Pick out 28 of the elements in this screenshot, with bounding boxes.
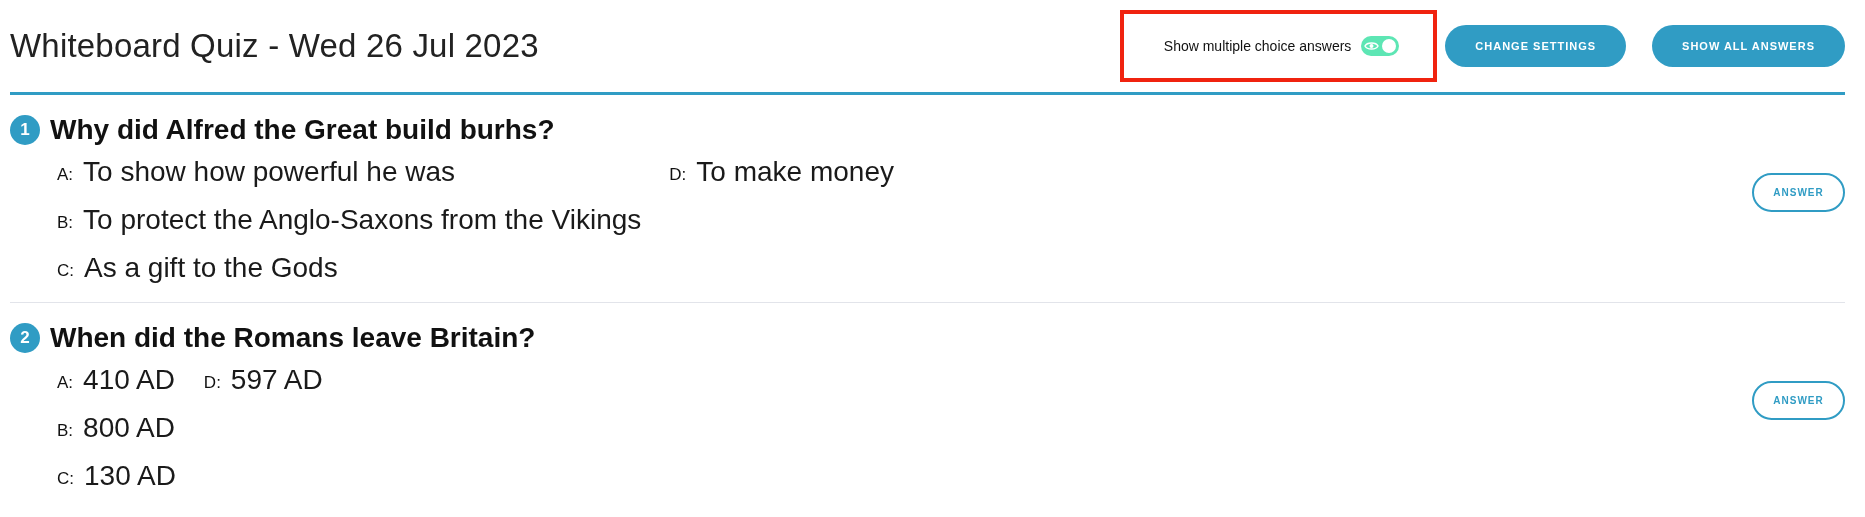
option-text: 800 AD [83,412,175,444]
option-letter: A: [57,372,74,393]
option-text: 597 AD [230,364,323,396]
option-text: 130 AD [84,460,176,492]
option-letter: C: [57,260,74,281]
option-letter: B: [57,420,74,441]
option-letter: D: [669,164,687,185]
option-text: To protect the Anglo-Saxons from the Vikings [83,204,642,236]
answer-button[interactable]: ANSWER [1752,380,1845,420]
question-number: 1 [10,115,40,145]
quiz-title: Whiteboard Quiz - Wed 26 Jul 2023 [10,27,540,65]
option-text: 410 AD [83,364,175,396]
question-text: Why did Alfred the Great build burhs? [50,114,555,146]
eye-toggle-switch[interactable] [1361,36,1400,56]
question-text: When did the Romans leave Britain? [50,322,536,354]
option-letter: C: [57,468,74,489]
option-text: As a gift to the Gods [84,252,338,284]
toggle-label: Show multiple choice answers [1163,38,1352,54]
option-letter: D: [203,372,221,393]
option-text: To make money [696,156,894,188]
option-letter: A: [57,164,74,185]
option-letter: B: [57,212,74,233]
option-text: To show how powerful he was [83,156,456,188]
eye-icon [1364,40,1380,52]
answer-button[interactable]: ANSWER [1752,172,1845,212]
show-all-answers-button[interactable]: SHOW ALL ANSWERS [1652,25,1845,67]
question-number: 2 [10,323,40,353]
change-settings-button[interactable]: CHANGE SETTINGS [1445,25,1627,67]
